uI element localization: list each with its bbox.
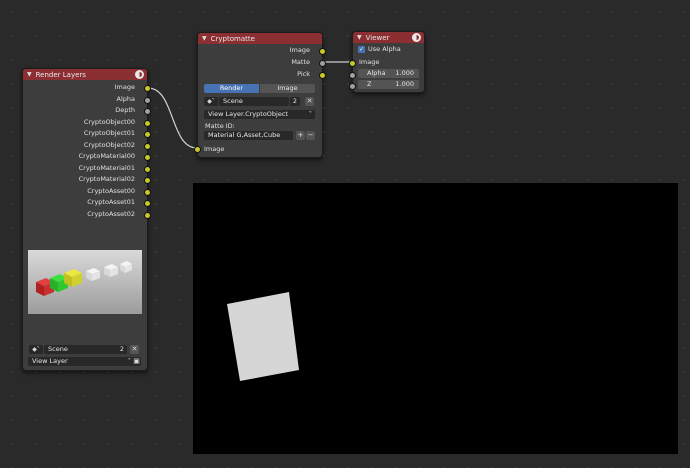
matte-id-value: Material G,Asset,Cube: [208, 131, 281, 139]
output-socket-cryptoobject02[interactable]: [144, 142, 151, 150]
output-socket-image[interactable]: [319, 48, 326, 55]
output-image: Image: [289, 46, 310, 54]
output-cryptoasset02: CryptoAsset02: [87, 209, 135, 218]
z-value: 1.000: [395, 80, 414, 88]
minus-icon[interactable]: −: [306, 131, 315, 140]
input-socket-image[interactable]: [349, 60, 356, 67]
scene-icon[interactable]: ◆˅: [204, 97, 218, 106]
output-socket-cryptoasset00[interactable]: [144, 188, 151, 196]
cube-preview-image: [36, 261, 132, 296]
output-cryptomaterial01: CryptoMaterial01: [78, 163, 135, 172]
view-layer-label: View Layer: [32, 357, 68, 365]
viewer-backdrop: [193, 183, 678, 454]
users-count-value: 2: [292, 97, 298, 105]
collapse-arrow-icon[interactable]: ▼: [357, 34, 362, 41]
output-alpha: Alpha: [116, 94, 135, 103]
viewer-header[interactable]: ▼ Viewer: [353, 32, 424, 43]
matte-id-input[interactable]: Material G,Asset,Cube: [204, 131, 293, 140]
matte-preview-image: [227, 292, 299, 381]
output-cryptomaterial02: CryptoMaterial02: [78, 175, 135, 183]
output-socket-cryptoobject01[interactable]: [144, 131, 151, 138]
cryptomatte-header[interactable]: ▼ Cryptomatte: [198, 33, 322, 44]
output-socket-cryptomaterial02[interactable]: [144, 177, 151, 184]
cryptomatte-node[interactable]: ▼ Cryptomatte Image Matte Pick Render Im…: [194, 32, 326, 158]
users-count-value: 2: [119, 345, 125, 353]
scene-name: Scene: [223, 97, 243, 105]
render-layers-header[interactable]: ▼ Render Layers: [23, 69, 147, 80]
output-cryptoasset01: CryptoAsset01: [87, 198, 135, 206]
users-count: 2: [117, 345, 127, 354]
collapse-arrow-icon[interactable]: ▼: [202, 35, 207, 42]
output-socket-cryptoasset01[interactable]: [144, 200, 151, 207]
scene-field[interactable]: Scene: [44, 345, 120, 354]
output-image: Image: [114, 83, 135, 91]
scene-icon[interactable]: ◆˅: [29, 345, 43, 354]
output-cryptoasset00: CryptoAsset00: [87, 186, 135, 195]
output-socket-matte[interactable]: [319, 60, 326, 67]
users-count: 2: [290, 97, 300, 106]
output-socket-cryptoasset02[interactable]: [144, 211, 151, 219]
output-cryptoobject00: CryptoObject00: [83, 117, 135, 126]
output-cryptomaterial00: CryptoMaterial00: [78, 152, 135, 160]
render-preview: [28, 250, 142, 314]
output-socket-alpha[interactable]: [144, 96, 151, 104]
input-image: Image: [359, 58, 380, 66]
input-socket-alpha[interactable]: [349, 72, 356, 79]
output-cryptoobject02: CryptoObject02: [83, 140, 135, 149]
tab-render[interactable]: Render: [204, 84, 259, 93]
output-depth: Depth: [115, 106, 135, 114]
output-socket-cryptomaterial00[interactable]: [144, 154, 151, 161]
plus-icon[interactable]: +: [296, 131, 305, 140]
layer-label: View Layer.CryptoObject: [208, 110, 288, 118]
node-title: Viewer: [365, 33, 390, 42]
output-socket-pick[interactable]: [319, 72, 326, 79]
view-layer-select[interactable]: View Layer ˅: [28, 357, 134, 366]
z-field[interactable]: Z 1.000: [358, 80, 419, 89]
output-socket-cryptoobject00[interactable]: [144, 119, 151, 127]
close-icon[interactable]: ✕: [130, 345, 139, 354]
output-matte: Matte: [291, 58, 310, 66]
chevron-down-icon: ˅: [308, 110, 312, 118]
render-icon: [412, 33, 421, 42]
render-icon: [135, 70, 144, 79]
close-icon[interactable]: ✕: [305, 97, 314, 106]
alpha-field[interactable]: Alpha 1.000: [358, 69, 419, 78]
alpha-label: Alpha: [367, 69, 386, 77]
layer-select[interactable]: View Layer.CryptoObject ˅: [204, 110, 315, 119]
output-socket-image[interactable]: [144, 85, 151, 92]
use-alpha-label: Use Alpha: [368, 45, 401, 53]
input-socket-z[interactable]: [349, 83, 356, 90]
node-title: Render Layers: [35, 70, 86, 79]
node-title: Cryptomatte: [210, 34, 255, 43]
matte-id-label: Matte ID:: [205, 122, 235, 130]
z-label: Z: [367, 80, 372, 88]
output-socket-depth[interactable]: [144, 108, 151, 115]
chevron-down-icon: ˅: [127, 357, 131, 365]
checkbox-icon[interactable]: ✓: [358, 46, 365, 53]
collapse-arrow-icon[interactable]: ▼: [27, 71, 32, 78]
scene-name: Scene: [48, 345, 68, 353]
output-pick: Pick: [297, 70, 310, 78]
viewer-node[interactable]: ▼ Viewer ✓ Use Alpha Image Alpha 1.000 Z…: [349, 31, 425, 93]
output-cryptoobject01: CryptoObject01: [83, 129, 135, 137]
tab-image[interactable]: Image: [260, 84, 315, 93]
render-layers-node[interactable]: ▼ Render Layers Image Alpha Depth CryptoObj…: [22, 68, 151, 371]
layer-toggle-icon[interactable]: ▣: [132, 357, 141, 366]
alpha-value: 1.000: [395, 69, 414, 77]
output-socket-cryptomaterial01[interactable]: [144, 165, 151, 173]
input-socket-image[interactable]: [194, 146, 201, 153]
scene-field[interactable]: Scene: [219, 97, 289, 106]
input-image: Image: [204, 145, 225, 153]
